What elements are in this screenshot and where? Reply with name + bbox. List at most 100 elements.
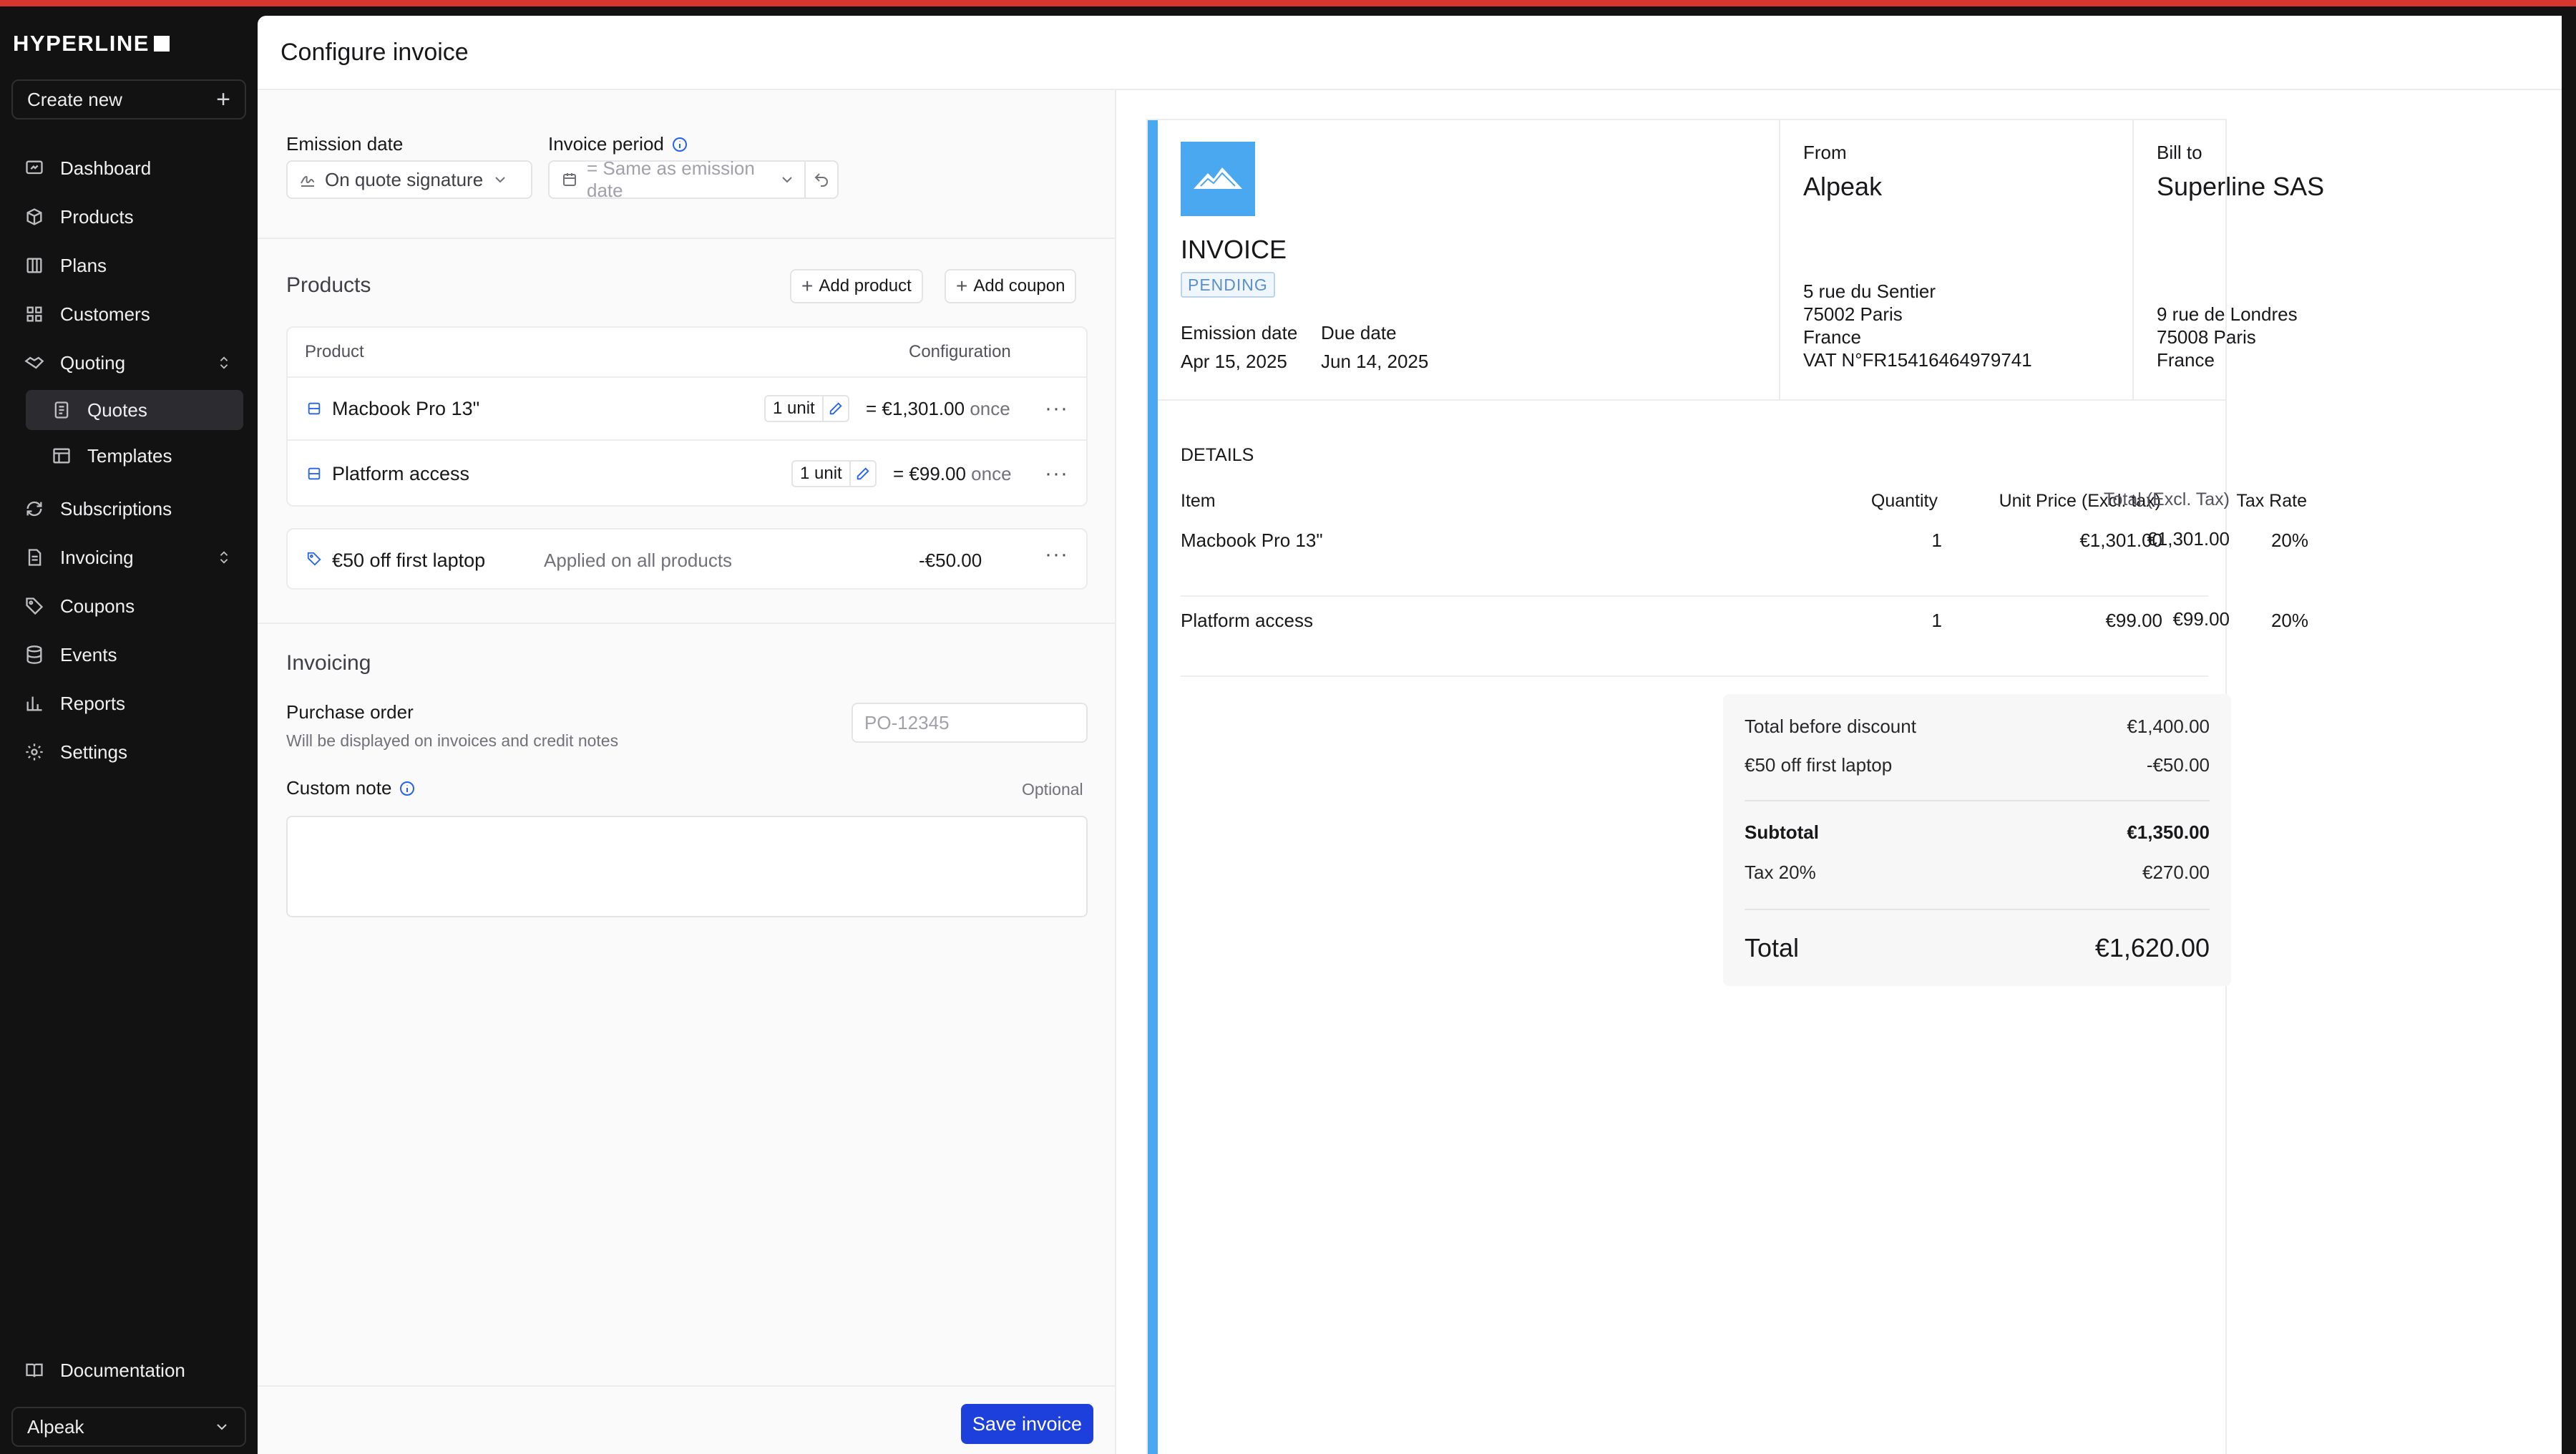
status-badge: PENDING bbox=[1181, 272, 1275, 298]
sidebar-item-label: Templates bbox=[87, 444, 172, 467]
refresh-icon bbox=[26, 501, 42, 517]
grand-total-label: Total bbox=[1745, 933, 1800, 962]
line-item: Macbook Pro 13" bbox=[1181, 530, 1323, 551]
from-address-line: 5 rue du Sentier bbox=[1803, 280, 1936, 302]
tax-row: Tax 20% €270.00 bbox=[1745, 862, 2210, 884]
database-icon bbox=[26, 645, 42, 664]
from-address-line: France bbox=[1803, 326, 1861, 348]
quantity-pill[interactable]: 1 unit bbox=[791, 460, 877, 487]
config-footer: Save invoice bbox=[258, 1385, 1115, 1454]
products-table: Product Configuration Macbook Pro 13" 1 … bbox=[286, 326, 1088, 507]
edit-quantity-button[interactable] bbox=[849, 462, 875, 486]
total-before-discount-value: €1,400.00 bbox=[2127, 716, 2210, 737]
emission-date-label: Emission date bbox=[1181, 322, 1298, 343]
gear-icon bbox=[26, 743, 43, 761]
due-date-value: Jun 14, 2025 bbox=[1321, 351, 1429, 372]
sidebar-item-quotes[interactable]: Quotes bbox=[26, 390, 243, 430]
invoice-period-label: Invoice period bbox=[548, 133, 664, 155]
custom-note-label-row: Custom note bbox=[286, 777, 416, 799]
sidebar-item-settings[interactable]: Settings bbox=[14, 732, 243, 772]
info-icon[interactable] bbox=[671, 136, 688, 153]
calendar-icon bbox=[563, 173, 576, 186]
product-row[interactable]: Macbook Pro 13" 1 unit = €1,301.00 once … bbox=[288, 378, 1086, 441]
product-name: Macbook Pro 13" bbox=[332, 397, 480, 419]
product-row[interactable]: Platform access 1 unit = €99.00 once ··· bbox=[288, 442, 1086, 505]
save-invoice-button[interactable]: Save invoice bbox=[960, 1404, 1093, 1444]
discount-row: €50 off first laptop -€50.00 bbox=[1745, 754, 2210, 776]
quantity-value: 1 unit bbox=[800, 464, 842, 483]
from-vat-number: VAT N°FR15416464979741 bbox=[1803, 349, 2032, 371]
line-quantity: 1 bbox=[1931, 530, 1942, 551]
row-menu-button[interactable]: ··· bbox=[1045, 462, 1068, 486]
divider bbox=[258, 238, 1115, 239]
mountain-logo-icon bbox=[1181, 142, 1255, 216]
divider bbox=[2132, 120, 2134, 399]
signature-icon bbox=[301, 175, 315, 187]
emission-date-select[interactable]: On quote signature bbox=[286, 160, 532, 199]
products-table-header: Product Configuration bbox=[288, 328, 1086, 378]
info-icon[interactable] bbox=[399, 780, 416, 797]
sidebar-item-documentation[interactable]: Documentation bbox=[14, 1350, 243, 1390]
line-quantity: 1 bbox=[1931, 610, 1942, 631]
org-switcher[interactable]: Alpeak bbox=[11, 1407, 246, 1447]
create-new-label: Create new bbox=[27, 88, 122, 110]
chevron-up-down-icon bbox=[220, 356, 228, 369]
quantity-pill[interactable]: 1 unit bbox=[764, 395, 849, 422]
sidebar-item-customers[interactable]: Customers bbox=[14, 294, 243, 334]
price-value: = €1,301.00 bbox=[866, 397, 965, 419]
discount-label: €50 off first laptop bbox=[1745, 754, 1893, 776]
sidebar-item-coupons[interactable]: Coupons bbox=[14, 586, 243, 626]
tax-value: €270.00 bbox=[2142, 862, 2210, 883]
purchase-order-input[interactable] bbox=[852, 703, 1088, 743]
divider bbox=[1158, 399, 2227, 401]
grand-total-value: €1,620.00 bbox=[2094, 933, 2210, 962]
col-product: Product bbox=[305, 342, 364, 361]
tag-icon bbox=[26, 597, 44, 615]
sidebar-item-label: Events bbox=[60, 643, 117, 665]
sidebar-item-plans[interactable]: Plans bbox=[14, 245, 243, 286]
columns-icon bbox=[26, 258, 42, 273]
sidebar-item-label: Reports bbox=[60, 692, 126, 714]
row-menu-button[interactable]: ··· bbox=[1045, 396, 1068, 421]
plus-icon: + bbox=[956, 275, 968, 297]
invoice-period-label-row: Invoice period bbox=[548, 133, 688, 155]
brand-name: HYPERLINE bbox=[13, 31, 150, 56]
sidebar-item-reports[interactable]: Reports bbox=[14, 683, 243, 723]
line-item: Platform access bbox=[1181, 610, 1313, 631]
totals-box: Total before discount €1,400.00 €50 off … bbox=[1723, 694, 2231, 986]
sidebar-item-label: Customers bbox=[60, 303, 150, 325]
sidebar-item-label: Plans bbox=[60, 254, 107, 276]
invoice-period-value: = Same as emission date bbox=[587, 157, 755, 201]
coupon-scope: Applied on all products bbox=[544, 550, 733, 571]
invoice-accent-bar bbox=[1148, 120, 1158, 1454]
due-date-label: Due date bbox=[1321, 322, 1397, 343]
product-price: = €99.00 once bbox=[893, 463, 1012, 485]
edit-quantity-button[interactable] bbox=[821, 396, 848, 421]
emission-date-label: Emission date bbox=[286, 133, 404, 155]
create-new-button[interactable]: Create new + bbox=[11, 79, 246, 119]
invoice-config-column: Emission date On quote signature Invoice… bbox=[258, 90, 1116, 1454]
add-product-button[interactable]: + Add product bbox=[790, 269, 923, 303]
coupon-row[interactable]: €50 off first laptop Applied on all prod… bbox=[286, 528, 1088, 590]
sidebar-item-invoicing[interactable]: Invoicing bbox=[14, 537, 243, 577]
chevron-down-icon bbox=[782, 177, 792, 183]
sidebar-item-events[interactable]: Events bbox=[14, 635, 243, 675]
col-quantity: Quantity bbox=[1870, 491, 1938, 511]
price-frequency: once bbox=[971, 462, 1012, 484]
top-banner bbox=[0, 0, 2576, 6]
bill-to-address-line: France bbox=[2157, 349, 2215, 371]
add-coupon-button[interactable]: + Add coupon bbox=[945, 269, 1077, 303]
sidebar: HYPERLINE Create new + Dashboard Product… bbox=[0, 6, 258, 1454]
sidebar-item-subscriptions[interactable]: Subscriptions bbox=[14, 489, 243, 529]
coupon-menu-button[interactable]: ··· bbox=[1045, 542, 1068, 567]
sidebar-item-dashboard[interactable]: Dashboard bbox=[14, 148, 243, 188]
invoice-period-select[interactable]: = Same as emission date bbox=[548, 157, 839, 201]
sidebar-item-templates[interactable]: Templates bbox=[26, 436, 243, 476]
reset-period-button[interactable] bbox=[804, 162, 837, 197]
sidebar-item-products[interactable]: Products bbox=[14, 197, 243, 237]
sidebar-item-quoting[interactable]: Quoting bbox=[14, 343, 243, 383]
line-total: €1,301.00 bbox=[2147, 528, 2230, 550]
custom-note-textarea[interactable] bbox=[286, 816, 1088, 917]
product-price: = €1,301.00 once bbox=[866, 398, 1010, 420]
brand-logo[interactable]: HYPERLINE bbox=[13, 31, 170, 57]
